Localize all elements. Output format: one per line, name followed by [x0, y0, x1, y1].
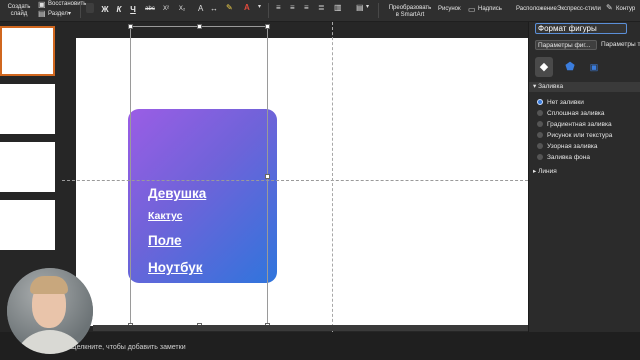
- slide-canvas: Девушка Кактус Поле Ноутбук: [62, 22, 528, 332]
- radio-icon: [537, 154, 543, 160]
- align-left-icon[interactable]: ≡: [276, 3, 281, 12]
- radio-picture-fill[interactable]: Рисунок или текстура: [537, 131, 612, 140]
- radio-background-fill[interactable]: Заливка фона: [537, 153, 590, 162]
- pentagon-icon[interactable]: ⬟: [561, 57, 579, 77]
- divider: [268, 3, 269, 18]
- slide-thumbnail[interactable]: [0, 84, 55, 134]
- radio-label: Рисунок или текстура: [547, 132, 613, 139]
- text-direction-icon[interactable]: ▤: [356, 3, 364, 12]
- bold-button[interactable]: Ж: [100, 4, 110, 15]
- font-color-icon[interactable]: A: [244, 3, 250, 12]
- notes-bar[interactable]: Щелкните, чтобы добавить заметки: [0, 332, 640, 360]
- radio-icon: [537, 121, 543, 127]
- horizontal-scrollbar[interactable]: [93, 325, 528, 331]
- selection-box[interactable]: [130, 26, 268, 327]
- slide-thumbnail[interactable]: [0, 26, 55, 76]
- chevron-down-icon[interactable]: ▾: [258, 3, 261, 12]
- slide-thumbnail[interactable]: [0, 200, 55, 250]
- radio-icon: [537, 110, 543, 116]
- italic-button[interactable]: К: [114, 4, 124, 15]
- pane-title: Формат фигуры: [535, 23, 627, 34]
- align-right-icon[interactable]: ≡: [304, 3, 309, 12]
- new-slide-button[interactable]: Создать слайд: [4, 4, 34, 18]
- resize-handle[interactable]: [128, 24, 133, 29]
- highlight-icon[interactable]: ✎: [226, 3, 233, 12]
- tab-text-options[interactable]: Параметры т: [599, 40, 640, 50]
- fill-section-header[interactable]: ▾ Заливка: [529, 82, 640, 92]
- textbox-button[interactable]: Надпись: [478, 6, 502, 13]
- slide-thumbnail[interactable]: [0, 142, 55, 192]
- text-dropdown[interactable]: [86, 3, 94, 13]
- picture-button[interactable]: Рисунок: [438, 6, 461, 13]
- ribbon: Создать слайд ▣ Восстановить ▤ Раздел ▾ …: [0, 0, 640, 22]
- radio-label: Узорная заливка: [547, 143, 598, 150]
- radio-pattern-fill[interactable]: Узорная заливка: [537, 142, 598, 151]
- radio-no-fill[interactable]: Нет заливки: [537, 98, 584, 107]
- radio-gradient-fill[interactable]: Градиентная заливка: [537, 120, 612, 129]
- radio-solid-fill[interactable]: Сплошная заливка: [537, 109, 605, 118]
- webcam-overlay: [7, 268, 93, 354]
- divider: [378, 3, 379, 18]
- subscript-button[interactable]: X₂: [176, 4, 188, 15]
- superscript-button[interactable]: X²: [160, 4, 172, 15]
- radio-label: Сплошная заливка: [547, 110, 605, 117]
- outline-icon: ✎: [606, 3, 613, 12]
- section-button[interactable]: Раздел: [48, 11, 68, 18]
- outline-button[interactable]: Контур: [616, 6, 635, 13]
- guide-line: [332, 22, 333, 332]
- radio-selected-icon: [537, 99, 543, 105]
- radio-label: Градиентная заливка: [547, 121, 612, 128]
- textbox-icon: ▭: [468, 5, 476, 14]
- radio-label: Нет заливки: [547, 99, 584, 106]
- section-icon: ▤: [38, 9, 46, 18]
- tab-shape-options[interactable]: Параметры фиг...: [535, 40, 597, 50]
- radio-label: Заливка фона: [547, 154, 590, 161]
- underline-button[interactable]: Ч: [128, 4, 138, 15]
- chevron-down-icon: ▾: [68, 11, 72, 17]
- quick-styles-button[interactable]: Экспресс-стили: [557, 6, 601, 13]
- justify-icon[interactable]: ≣: [318, 3, 325, 12]
- convert-smartart-button[interactable]: Преобразовать в SmartArt: [388, 5, 432, 19]
- resize-handle[interactable]: [197, 24, 202, 29]
- resize-handle[interactable]: [265, 174, 270, 179]
- align-center-icon[interactable]: ≡: [290, 3, 295, 12]
- line-section-header[interactable]: ▸ Линия: [529, 167, 640, 177]
- arrange-button[interactable]: Расположение: [516, 6, 557, 13]
- spacing-icon[interactable]: ↔: [210, 4, 218, 13]
- fill-section-label: Заливка: [538, 83, 564, 90]
- presenter-hair: [30, 276, 68, 294]
- line-section-label: Линия: [538, 168, 557, 175]
- divider: [80, 3, 81, 18]
- columns-icon[interactable]: ▥: [334, 3, 342, 12]
- chevron-down-icon[interactable]: ▾: [366, 3, 369, 12]
- resize-handle[interactable]: [265, 24, 270, 29]
- restore-icon: ▣: [38, 0, 46, 9]
- radio-icon: [537, 143, 543, 149]
- fill-bucket-icon[interactable]: ◆: [535, 57, 553, 77]
- text-effects-icon[interactable]: A: [198, 4, 203, 13]
- size-icon[interactable]: ▣: [585, 57, 603, 77]
- format-shape-pane: Формат фигуры Параметры фиг... Параметры…: [528, 22, 640, 332]
- radio-icon: [537, 132, 543, 138]
- strikethrough-button[interactable]: abc: [143, 4, 157, 15]
